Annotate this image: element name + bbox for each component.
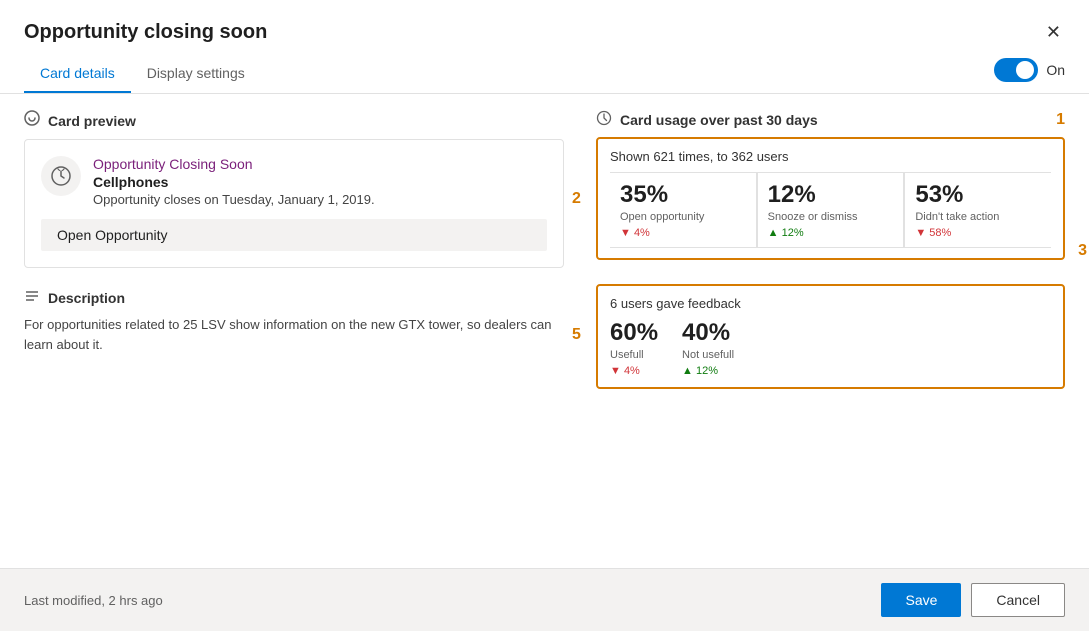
toggle-track[interactable] [994,58,1038,82]
modal-title: Opportunity closing soon [24,21,267,44]
usage-title: Card usage over past 30 days [596,110,818,129]
stats-container: 2 Shown 621 times, to 362 users 35% Open… [596,137,1065,260]
usage-stats-box: Shown 621 times, to 362 users 35% Open o… [596,137,1065,260]
modal-header: Opportunity closing soon ✕ [0,0,1089,47]
card-preview-header: Card preview [24,110,564,131]
tabs-bar: Card details Display settings On [0,55,1089,94]
modal-footer: Last modified, 2 hrs ago Save Cancel [0,568,1089,631]
annotation-1: 1 [1056,111,1065,129]
right-panel: Card usage over past 30 days 1 2 Shown 6… [596,110,1065,552]
feedback-stats: 60% Usefull ▼ 4% 40% Not usefull ▲ 12% [610,319,1051,377]
stat-no-action: 53% Didn't take action ▼ 58% [904,172,1051,248]
card-preview-label: Card preview [48,113,136,129]
feedback-title: 6 users gave feedback [610,296,1051,311]
tabs-right: On [994,58,1065,90]
open-opportunity-button[interactable]: Open Opportunity [41,219,547,251]
description-section: Description For opportunities related to… [24,288,564,354]
feedback-not-useful: 40% Not usefull ▲ 12% [682,319,734,377]
description-icon [24,288,40,307]
close-button[interactable]: ✕ [1042,18,1065,47]
cancel-button[interactable]: Cancel [971,583,1065,617]
save-button[interactable]: Save [881,583,961,617]
left-panel: Card preview Opportunity Closing Soon [24,110,564,552]
annotation-5-label: 5 [572,326,581,344]
card-top: Opportunity Closing Soon Cellphones Oppo… [41,156,547,207]
card-title: Opportunity Closing Soon [93,156,375,172]
card-subtitle: Cellphones [93,174,375,190]
feedback-container: 5 6 users gave feedback 60% Usefull ▼ 4%… [596,280,1065,389]
description-header: Description [24,288,564,307]
card-preview-box: Opportunity Closing Soon Cellphones Oppo… [24,139,564,268]
usage-header: Card usage over past 30 days 1 [596,110,1065,129]
annotation-2-label: 2 [572,190,581,208]
modal-body: Card preview Opportunity Closing Soon [0,94,1089,568]
stats-cells: 35% Open opportunity ▼ 4% 12% Snooze or … [610,172,1051,248]
card-preview-section: Card preview Opportunity Closing Soon [24,110,564,268]
card-info: Opportunity Closing Soon Cellphones Oppo… [93,156,375,207]
toggle-label: On [1046,62,1065,78]
shown-count: Shown 621 times, to 362 users [610,149,1051,164]
usage-label: Card usage over past 30 days [620,112,818,128]
description-label: Description [48,290,125,306]
stat-open: 35% Open opportunity ▼ 4% [610,172,757,248]
feedback-useful: 60% Usefull ▼ 4% [610,319,658,377]
footer-buttons: Save Cancel [881,583,1065,617]
description-text: For opportunities related to 25 LSV show… [24,315,564,354]
card-icon-circle [41,156,81,196]
toggle-switch[interactable] [994,58,1038,82]
usage-icon [596,110,612,129]
modal: Opportunity closing soon ✕ Card details … [0,0,1089,631]
tab-display-settings[interactable]: Display settings [131,55,261,93]
toggle-thumb [1016,61,1034,79]
tab-card-details[interactable]: Card details [24,55,131,93]
tabs-left: Card details Display settings [24,55,261,93]
stat-snooze: 12% Snooze or dismiss ▲ 12% [757,172,905,248]
footer-status: Last modified, 2 hrs ago [24,593,163,608]
feedback-box: 6 users gave feedback 60% Usefull ▼ 4% 4… [596,284,1065,389]
annotation-3-label: 3 [1078,242,1087,260]
card-description: Opportunity closes on Tuesday, January 1… [93,192,375,207]
preview-icon [24,110,40,131]
